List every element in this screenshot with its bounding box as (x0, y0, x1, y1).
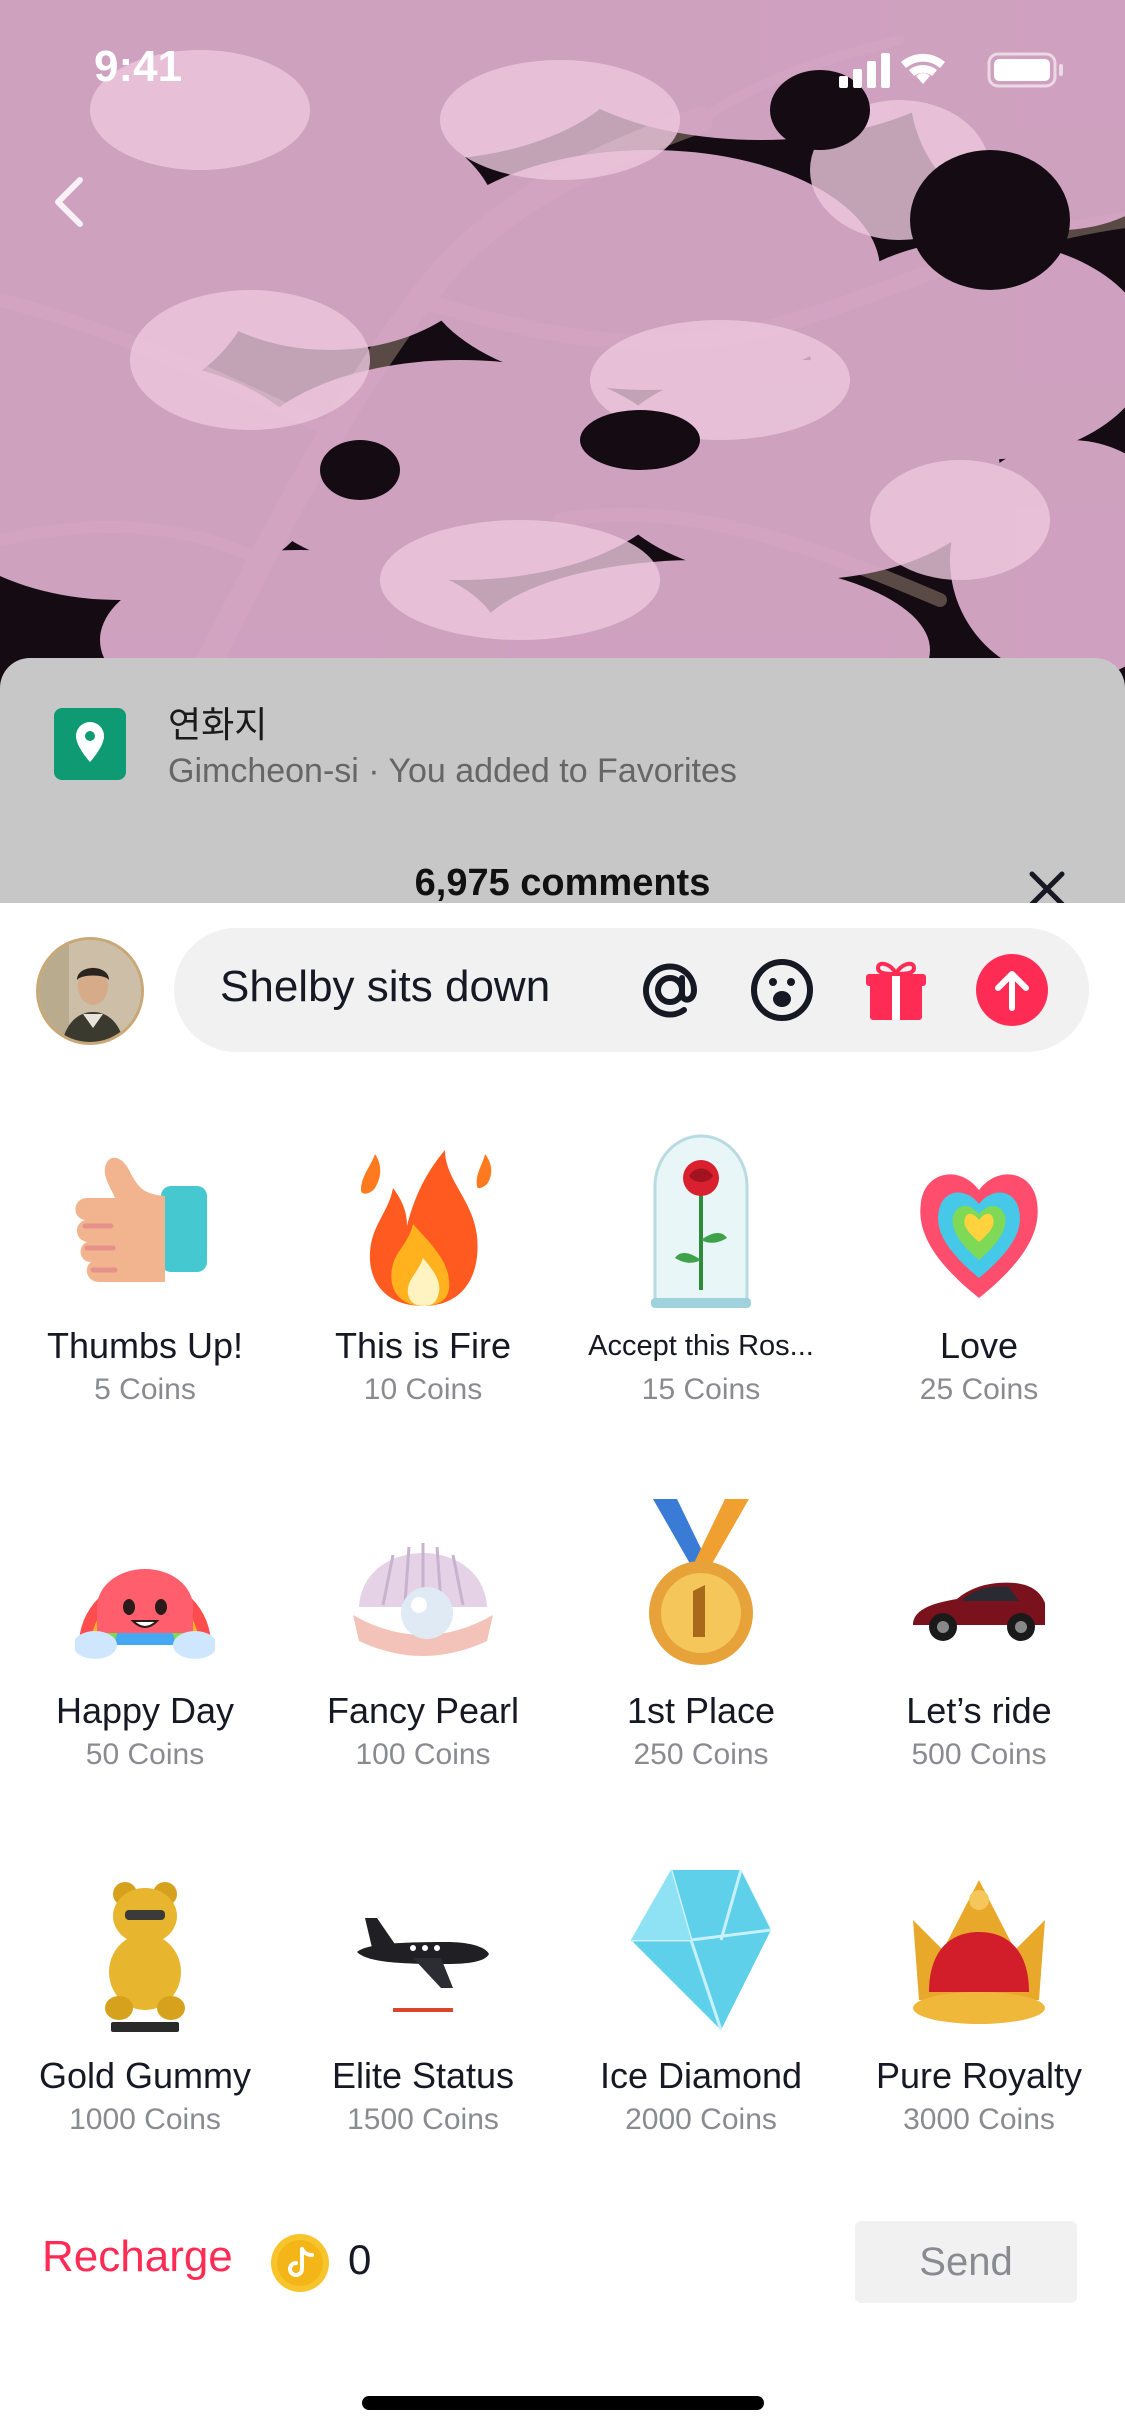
location-subtitle: Gimcheon-si · You added to Favorites (168, 752, 737, 790)
gift-price: 1000 Coins (69, 2103, 221, 2136)
gift-price: 500 Coins (911, 1738, 1047, 1771)
mention-icon[interactable] (632, 952, 708, 1028)
thumbs-up-icon (75, 1157, 207, 1282)
gift-name: Thumbs Up! (46, 1325, 244, 1366)
status-icons (839, 52, 1063, 88)
gift-price: 100 Coins (355, 1738, 491, 1771)
gift-price: 5 Coins (94, 1373, 196, 1406)
location-name: 연화지 (168, 705, 268, 746)
recharge-button[interactable]: Recharge (42, 2232, 233, 2282)
diamond-icon (631, 1869, 772, 2031)
wifi-icon (901, 53, 945, 84)
gift-price: 2000 Coins (625, 2103, 777, 2136)
heart-icon (920, 1174, 1038, 1298)
gift-price: 50 Coins (85, 1738, 205, 1771)
home-indicator[interactable] (362, 2396, 764, 2410)
rose-dome-icon (651, 1134, 751, 1308)
gift-price: 1500 Coins (347, 2103, 499, 2136)
comments-count: 6,975 comments (414, 862, 711, 904)
gift-price: 25 Coins (919, 1373, 1039, 1406)
emoji-icon[interactable] (744, 952, 820, 1028)
pearl-shell-icon (353, 1543, 493, 1656)
medal-icon (649, 1499, 753, 1665)
gift-price: 15 Coins (641, 1373, 761, 1406)
gift-name: Accept this Ros... (588, 1330, 814, 1362)
status-bar: 9:41 (0, 0, 1125, 140)
private-jet-icon (357, 1918, 489, 2012)
gift-price: 3000 Coins (903, 2103, 1055, 2136)
battery-icon (987, 52, 1063, 88)
coin-balance: 0 (348, 2236, 372, 2283)
rainbow-icon (75, 1569, 215, 1659)
gift-name: Fancy Pearl (326, 1690, 520, 1731)
gift-price: 250 Coins (633, 1738, 769, 1771)
back-chevron-icon[interactable] (40, 166, 100, 236)
gift-name: This is Fire (334, 1325, 511, 1366)
sports-car-icon (913, 1582, 1045, 1641)
location-pin-icon (54, 708, 126, 780)
status-time: 9:41 (94, 42, 183, 91)
cellular-signal-icon (839, 53, 890, 88)
coin-icon (271, 2234, 329, 2292)
gift-name: Gold Gummy (38, 2055, 252, 2096)
gift-name: 1st Place (626, 1690, 776, 1731)
gift-icon[interactable] (858, 952, 934, 1028)
gift-name: Happy Day (55, 1690, 235, 1731)
comment-input-text: Shelby sits down (220, 962, 551, 1011)
send-button[interactable]: Send (855, 2221, 1077, 2303)
gift-name: Let’s ride (906, 1690, 1052, 1731)
gift-name: Ice Diamond (599, 2055, 803, 2096)
gift-name: Pure Royalty (875, 2055, 1083, 2096)
gift-name: Love (939, 1325, 1019, 1366)
avatar[interactable] (36, 937, 144, 1045)
fire-icon (361, 1150, 492, 1306)
gift-name: Elite Status (331, 2055, 515, 2096)
gummy-bear-icon (105, 1882, 185, 2032)
crown-icon (913, 1880, 1045, 2024)
send-arrow-icon[interactable] (974, 952, 1050, 1028)
gift-price: 10 Coins (363, 1373, 483, 1406)
